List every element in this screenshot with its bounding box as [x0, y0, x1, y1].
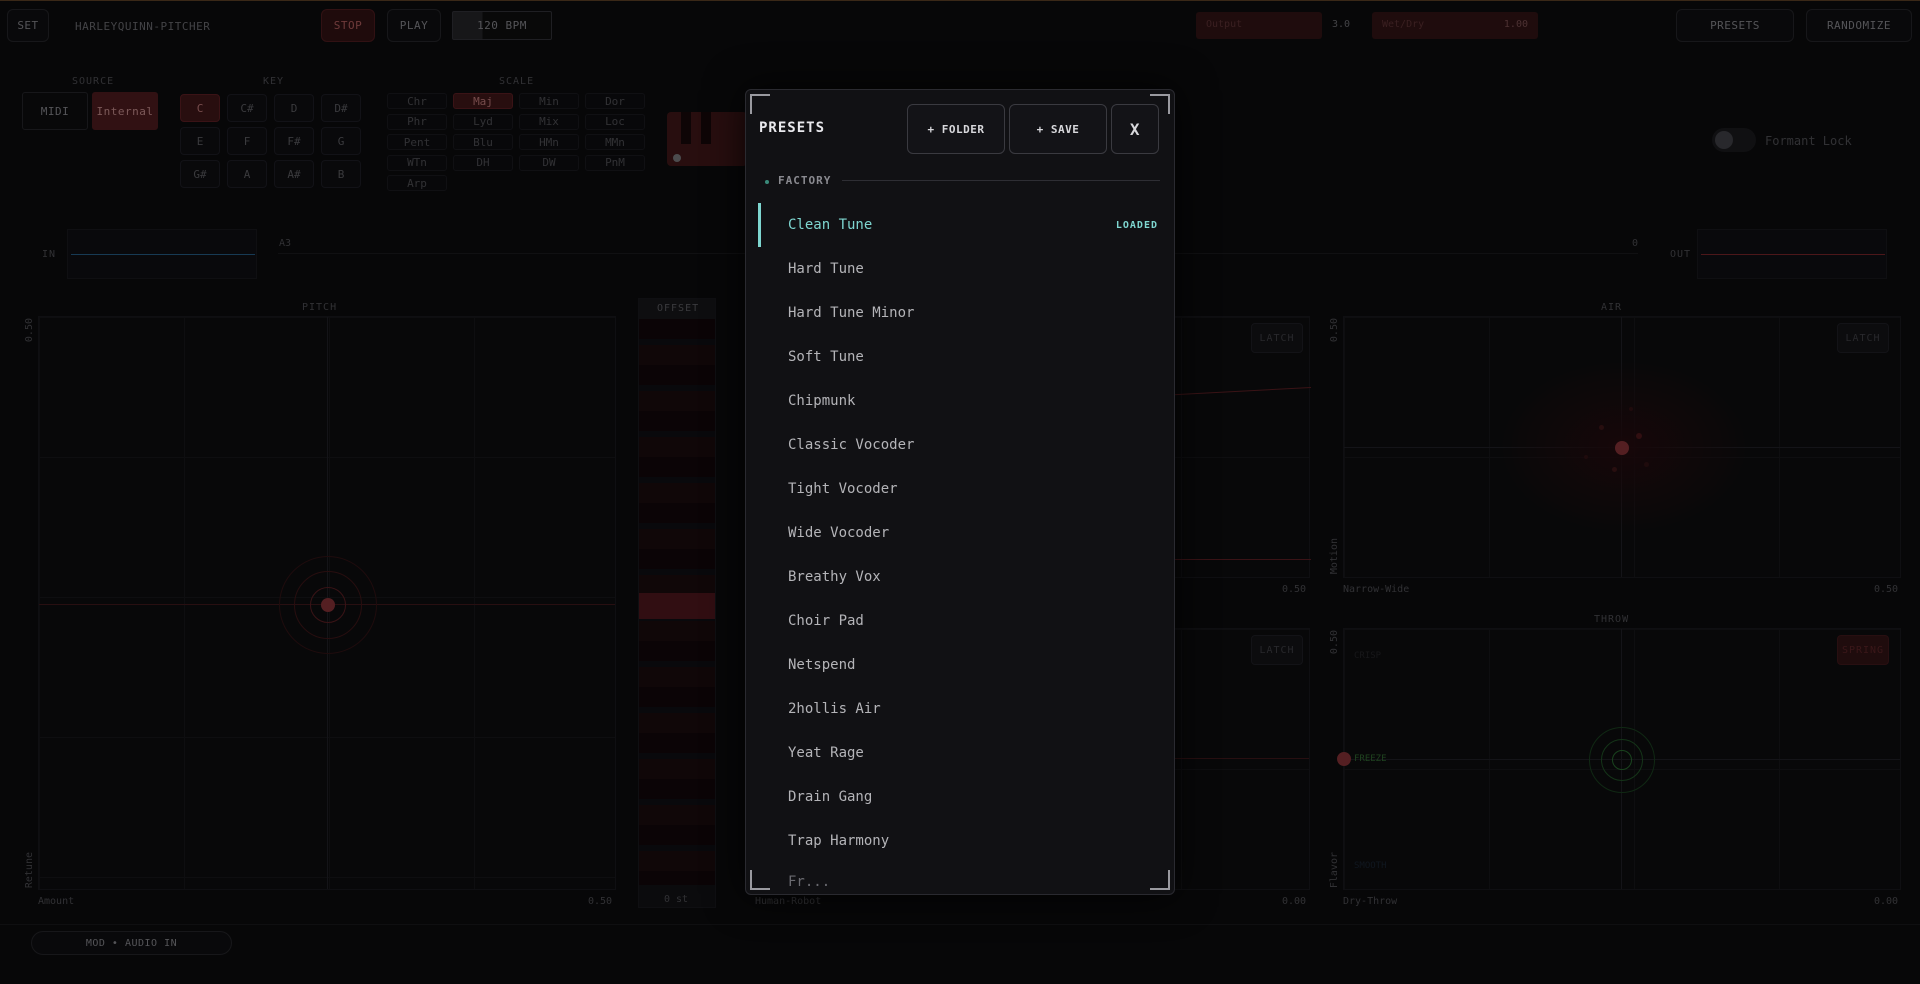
preset-item-partial[interactable]: Fr...	[788, 874, 830, 888]
preset-item-label: Classic Vocoder	[788, 437, 915, 453]
preset-item-label: Hard Tune	[788, 261, 864, 277]
preset-item-label: Wide Vocoder	[788, 525, 890, 541]
preset-item-label: Tight Vocoder	[788, 481, 898, 497]
loaded-badge: LOADED	[1115, 219, 1158, 231]
preset-item[interactable]: Wide Vocoder	[758, 511, 1164, 555]
save-preset-button[interactable]: + SAVE	[1009, 104, 1107, 154]
preset-item[interactable]: 2hollis Air	[758, 687, 1164, 731]
preset-item-label: Clean Tune	[788, 217, 873, 233]
preset-item[interactable]: Netspend	[758, 643, 1164, 687]
preset-item[interactable]: Yeat Rage	[758, 731, 1164, 775]
preset-item[interactable]: Classic Vocoder	[758, 423, 1164, 467]
preset-item-label: Netspend	[788, 657, 856, 673]
preset-item-label: Chipmunk	[788, 393, 856, 409]
preset-item[interactable]: Drain Gang	[758, 775, 1164, 819]
preset-item-label: Choir Pad	[788, 613, 864, 629]
section-divider	[842, 180, 1160, 181]
preset-item[interactable]: Trap Harmony	[758, 819, 1164, 863]
section-dot-icon	[765, 180, 769, 184]
presets-modal: PRESETS + FOLDER + SAVE X FACTORY Clean …	[745, 89, 1175, 895]
preset-item-label: Drain Gang	[788, 789, 873, 805]
preset-item-label: Soft Tune	[788, 349, 864, 365]
corner-bottom-right	[1150, 870, 1170, 890]
corner-top-left	[750, 94, 770, 114]
preset-item-label: Breathy Vox	[788, 569, 881, 585]
preset-item[interactable]: Hard Tune	[758, 247, 1164, 291]
modal-title: PRESETS	[759, 120, 826, 136]
preset-item-label: 2hollis Air	[788, 701, 881, 717]
preset-item[interactable]: Choir Pad	[758, 599, 1164, 643]
preset-item[interactable]: Hard Tune Minor	[758, 291, 1164, 335]
corner-bottom-left	[750, 870, 770, 890]
new-folder-button[interactable]: + FOLDER	[907, 104, 1005, 154]
preset-item-label: Trap Harmony	[788, 833, 890, 849]
close-modal-button[interactable]: X	[1111, 104, 1159, 154]
preset-item-label: Hard Tune Minor	[788, 305, 915, 321]
preset-item[interactable]: Chipmunk	[758, 379, 1164, 423]
preset-item[interactable]: Soft Tune	[758, 335, 1164, 379]
preset-item-label: Yeat Rage	[788, 745, 864, 761]
preset-item[interactable]: Breathy Vox	[758, 555, 1164, 599]
section-factory-label[interactable]: FACTORY	[778, 174, 831, 187]
preset-item[interactable]: Clean Tune LOADED	[758, 203, 1164, 247]
preset-item[interactable]: Tight Vocoder	[758, 467, 1164, 511]
